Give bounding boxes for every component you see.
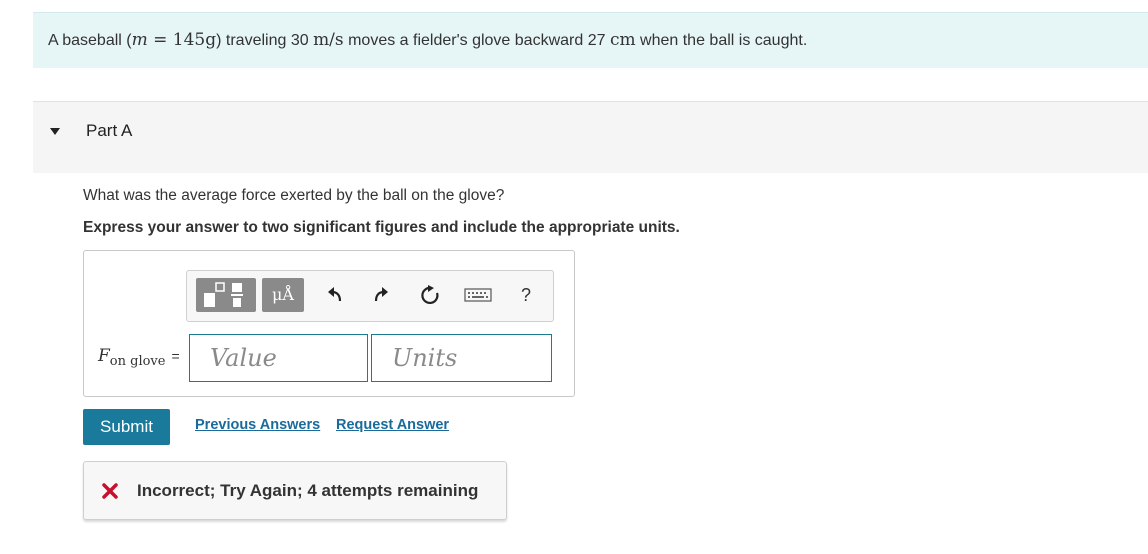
problem-statement: A baseball (m = 145g) traveling 30 m/s m… — [33, 12, 1148, 68]
instructions-text: Express your answer to two significant f… — [83, 219, 680, 236]
mass-expression: m = 145g — [132, 30, 217, 50]
part-header[interactable] — [33, 101, 1148, 173]
templates-button[interactable] — [196, 278, 256, 312]
reset-button[interactable] — [417, 282, 443, 308]
force-variable: F — [98, 346, 110, 366]
answer-label: Fon glove = — [98, 346, 180, 369]
part-title: Part A — [86, 121, 133, 140]
undo-button[interactable] — [322, 282, 348, 308]
templates-icon — [204, 282, 243, 307]
force-subscript: on glove — [109, 354, 166, 369]
problem-text-part: A baseball ( — [48, 32, 132, 49]
keyboard-icon — [464, 288, 492, 302]
problem-text-part: moves a fielder's glove backward 27 — [343, 32, 610, 49]
equals-sign: = — [171, 348, 180, 364]
problem-text-part: when the ball is caught. — [635, 32, 808, 49]
units-input[interactable]: Units — [371, 334, 552, 382]
mass-variable: m — [131, 30, 148, 50]
keyboard-button[interactable] — [463, 282, 493, 308]
submit-button[interactable]: Submit — [83, 409, 170, 445]
collapse-triangle-icon[interactable] — [49, 125, 61, 137]
redo-icon — [374, 287, 388, 302]
units-button[interactable]: μÅ — [262, 278, 304, 312]
value-input[interactable]: Value — [189, 334, 368, 382]
mass-value: = 145g — [147, 30, 217, 50]
problem-text: A baseball (m = 145g) traveling 30 m/s m… — [48, 30, 807, 50]
distance-unit: cm — [609, 30, 636, 50]
speed-unit: m/s — [313, 30, 344, 50]
incorrect-x-icon — [102, 483, 118, 499]
previous-answers-link[interactable]: Previous Answers — [195, 417, 320, 433]
problem-text-part: ) traveling 30 — [216, 32, 314, 49]
request-answer-link[interactable]: Request Answer — [336, 417, 449, 433]
help-button[interactable]: ? — [513, 282, 539, 308]
redo-button[interactable] — [368, 282, 394, 308]
feedback-text: Incorrect; Try Again; 4 attempts remaini… — [137, 481, 479, 500]
undo-icon — [328, 287, 342, 302]
help-icon: ? — [520, 284, 531, 305]
reset-icon — [421, 285, 439, 304]
question-text: What was the average force exerted by th… — [83, 187, 505, 204]
